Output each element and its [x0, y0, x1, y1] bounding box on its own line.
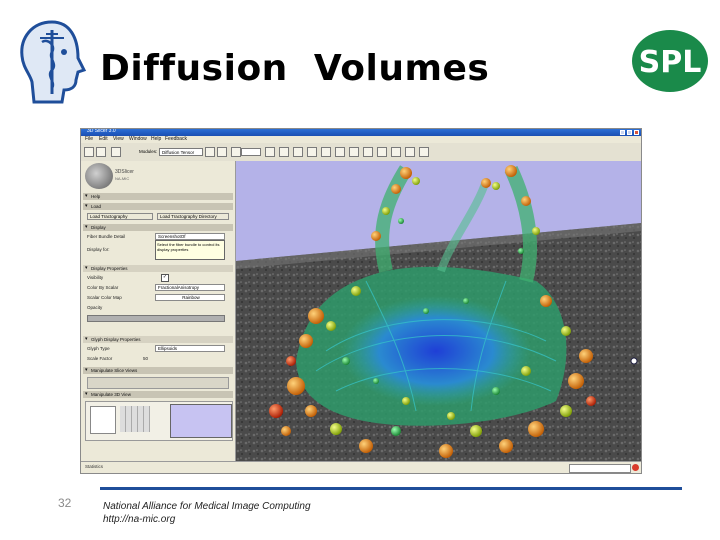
layout-select[interactable]	[241, 148, 261, 156]
field-label-detail: Fiber Bundle Detail	[87, 234, 126, 239]
field-label-colormap: Scalar Color Map	[87, 295, 122, 300]
footer-rule	[100, 487, 682, 490]
prev-module-icon[interactable]	[205, 147, 215, 157]
opacity-slider[interactable]	[87, 315, 225, 322]
3d-viewer[interactable]	[236, 161, 641, 461]
menu-feedback[interactable]: Feedback	[165, 136, 187, 142]
fiber-bundle-select[interactable]: ScreenshotOf	[155, 233, 225, 240]
svg-text:SPL: SPL	[639, 45, 702, 80]
view-icon-6[interactable]	[335, 147, 345, 157]
section-display[interactable]: Display	[83, 224, 233, 231]
slice-controls[interactable]	[87, 377, 229, 389]
slicer-screenshot: 3D Slicer 3.0 File Edit View Window Help…	[80, 128, 642, 474]
namic-head-logo	[20, 20, 87, 104]
view-icon-7[interactable]	[349, 147, 359, 157]
menu-edit[interactable]: Edit	[99, 136, 108, 142]
colormap-select[interactable]: Rainbow	[155, 294, 225, 301]
home-icon[interactable]	[111, 147, 121, 157]
section-glyph-display[interactable]: Glyph Display Properties	[83, 336, 233, 343]
view-buttons[interactable]	[120, 406, 150, 432]
slide-title: Diffusion Volumes	[100, 48, 490, 89]
view-icon-5[interactable]	[321, 147, 331, 157]
window-titlebar: 3D Slicer 3.0	[81, 129, 641, 136]
view-icon-3[interactable]	[293, 147, 303, 157]
footer-org: National Alliance for Medical Image Comp…	[103, 501, 311, 512]
field-label-glyph-type: Glyph Type	[87, 346, 110, 351]
panel-logo-sub: NA-MIC	[115, 176, 130, 181]
tooltip: Select the fiber bundle to control its d…	[155, 240, 225, 260]
glyph-type-select[interactable]: Ellipsoids	[155, 345, 225, 352]
menu-window[interactable]: Window	[129, 136, 147, 142]
field-label-color-by: Color By Scalar	[87, 285, 119, 290]
menu-view[interactable]: View	[113, 136, 124, 142]
slide-number: 32	[58, 496, 72, 510]
view-icon-11[interactable]	[405, 147, 415, 157]
rotate-axes-icon[interactable]	[90, 406, 116, 434]
view-icon-8[interactable]	[363, 147, 373, 157]
view-icon-1[interactable]	[265, 147, 275, 157]
module-select[interactable]: Diffusion Tensor	[159, 148, 203, 156]
3d-view-controls	[85, 401, 233, 441]
footer-text: National Alliance for Medical Image Comp…	[103, 500, 311, 526]
section-help[interactable]: Help	[83, 193, 233, 200]
slicer-logo-icon	[85, 163, 113, 189]
layout-icon[interactable]	[231, 147, 241, 157]
visibility-checkbox[interactable]: ✓	[161, 274, 169, 282]
save-icon[interactable]	[96, 147, 106, 157]
progress-field	[569, 464, 631, 473]
view-icon-10[interactable]	[391, 147, 401, 157]
3d-mini-view	[170, 404, 232, 438]
minimize-icon[interactable]	[620, 130, 625, 135]
spl-logo: SPL	[632, 30, 708, 92]
toolbar: Modules: Diffusion Tensor	[81, 143, 641, 162]
field-label-display-for: Display for:	[87, 247, 110, 252]
close-icon[interactable]	[634, 130, 639, 135]
load-tractography-dir-button[interactable]: Load Tractography Directory	[157, 213, 229, 220]
load-tractography-button[interactable]: Load Tractography	[87, 213, 153, 220]
view-icon-4[interactable]	[307, 147, 317, 157]
field-label-scale: Scale Factor	[87, 356, 113, 361]
status-text: Statistics	[85, 464, 104, 469]
section-slice-views[interactable]: Manipulate Slice Views	[83, 367, 233, 374]
view-icon-9[interactable]	[377, 147, 387, 157]
error-log-icon[interactable]	[632, 464, 639, 471]
modules-label: Modules:	[139, 149, 158, 154]
section-load[interactable]: Load	[83, 203, 233, 210]
maximize-icon[interactable]	[627, 130, 632, 135]
menu-file[interactable]: File	[85, 136, 93, 142]
field-label-opacity: Opacity	[87, 305, 103, 310]
window-title: 3D Slicer 3.0	[87, 128, 116, 134]
panel-logo-text: 3DSlicer	[115, 169, 134, 175]
status-bar: Statistics	[81, 461, 641, 473]
menu-help[interactable]: Help	[151, 136, 161, 142]
module-panel: 3DSlicer NA-MIC Help Load Load Tractogra…	[81, 161, 236, 465]
view-icon-2[interactable]	[279, 147, 289, 157]
scale-factor-value[interactable]: 50	[143, 356, 148, 361]
section-3d-view[interactable]: Manipulate 3D View	[83, 391, 233, 398]
next-module-icon[interactable]	[217, 147, 227, 157]
section-display-properties[interactable]: Display Properties	[83, 265, 233, 272]
view-icon-12[interactable]	[419, 147, 429, 157]
open-icon[interactable]	[84, 147, 94, 157]
field-label-visibility: Visibility	[87, 275, 104, 280]
footer-url[interactable]: http://na-mic.org	[103, 513, 311, 526]
orientation-marker-icon	[630, 357, 638, 365]
color-by-select[interactable]: FractionalAnisotropy	[155, 284, 225, 291]
menubar: File Edit View Window Help Feedback	[81, 136, 641, 143]
